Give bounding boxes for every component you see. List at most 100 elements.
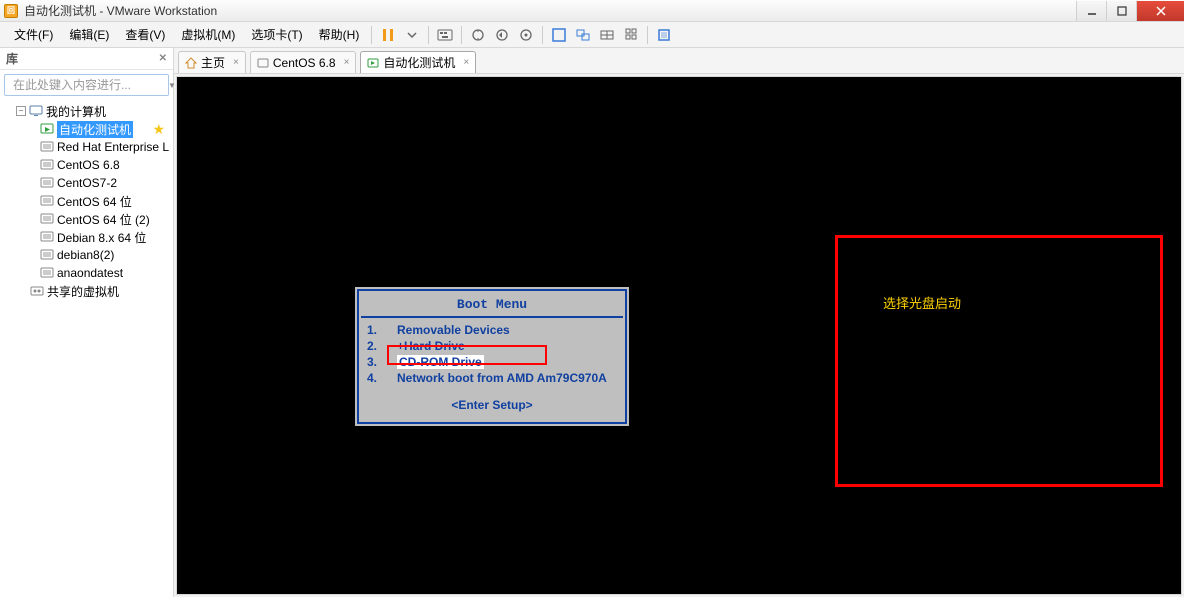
- shared-icon: [30, 284, 44, 298]
- vm-icon: [40, 158, 54, 172]
- tree-label: CentOS 64 位 (2): [57, 211, 150, 228]
- boot-option-2[interactable]: 2. +Hard Drive: [367, 338, 617, 354]
- close-button[interactable]: [1136, 1, 1184, 21]
- stretch-button[interactable]: [652, 24, 676, 46]
- annotation-label: 选择光盘启动: [883, 293, 961, 312]
- tree-label: 我的计算机: [46, 103, 106, 120]
- send-ctrl-alt-del-button[interactable]: [433, 24, 457, 46]
- tree-node-vm-selected[interactable]: 自动化测试机 ★: [0, 120, 173, 138]
- bios-boot-menu: Boot Menu 1. Removable Devices 2. +Hard …: [355, 287, 629, 426]
- menu-tabs[interactable]: 选项卡(T): [243, 22, 310, 47]
- tree-node-vm[interactable]: CentOS 64 位 (2): [0, 210, 173, 228]
- tree-label: debian8(2): [57, 248, 114, 262]
- tab-centos68[interactable]: CentOS 6.8 ×: [250, 51, 357, 73]
- vm-icon: [40, 176, 54, 190]
- vm-icon: [40, 266, 54, 280]
- boot-option-1[interactable]: 1. Removable Devices: [367, 322, 617, 338]
- vm-tab-icon: [257, 57, 269, 69]
- tree-node-vm[interactable]: debian8(2): [0, 246, 173, 264]
- tree-node-vm[interactable]: Debian 8.x 64 位: [0, 228, 173, 246]
- home-icon: [185, 57, 197, 69]
- boot-option-label: Removable Devices: [397, 322, 510, 338]
- boot-menu-title: Boot Menu: [361, 293, 623, 318]
- tree-node-vm[interactable]: Red Hat Enterprise L: [0, 138, 173, 156]
- pause-button[interactable]: [376, 24, 400, 46]
- tab-label: CentOS 6.8: [273, 56, 336, 70]
- search-input[interactable]: [13, 78, 168, 92]
- tree-node-shared-vms[interactable]: 共享的虚拟机: [0, 282, 173, 300]
- tab-close-icon[interactable]: ×: [344, 57, 350, 68]
- computer-icon: [29, 104, 43, 118]
- boot-option-label: +Hard Drive: [397, 338, 465, 354]
- tree-label: Red Hat Enterprise L: [57, 140, 169, 154]
- tree-label: Debian 8.x 64 位: [57, 229, 146, 246]
- menu-file[interactable]: 文件(F): [6, 22, 61, 47]
- expander-icon[interactable]: −: [16, 106, 26, 116]
- boot-option-label: Network boot from AMD Am79C970A: [397, 370, 607, 386]
- separator: [542, 26, 543, 44]
- tree-label: 自动化测试机: [57, 121, 133, 138]
- maximize-button[interactable]: [1106, 1, 1136, 21]
- tree-node-vm[interactable]: anaondatest: [0, 264, 173, 282]
- vm-icon: [40, 140, 54, 154]
- tab-close-icon[interactable]: ×: [463, 57, 469, 68]
- library-button[interactable]: [619, 24, 643, 46]
- separator: [428, 26, 429, 44]
- vm-console[interactable]: Boot Menu 1. Removable Devices 2. +Hard …: [176, 76, 1182, 595]
- tab-automation-test[interactable]: 自动化测试机 ×: [360, 51, 476, 73]
- menubar: 文件(F) 编辑(E) 查看(V) 虚拟机(M) 选项卡(T) 帮助(H): [0, 22, 1184, 48]
- tree-label: CentOS7-2: [57, 176, 117, 190]
- vm-running-icon: [40, 122, 54, 136]
- tree-node-vm[interactable]: CentOS 64 位: [0, 192, 173, 210]
- menu-edit[interactable]: 编辑(E): [61, 22, 117, 47]
- tab-label: 主页: [201, 54, 225, 71]
- separator: [647, 26, 648, 44]
- boot-option-4[interactable]: 4. Network boot from AMD Am79C970A: [367, 370, 617, 386]
- app-icon: 回: [4, 4, 18, 18]
- boot-number: 1.: [367, 322, 383, 338]
- minimize-button[interactable]: [1076, 1, 1106, 21]
- tree-node-vm[interactable]: CentOS7-2: [0, 174, 173, 192]
- sidebar-header: 库 ✕: [0, 48, 173, 70]
- boot-number: 3.: [367, 354, 383, 370]
- boot-option-label: CD-ROM Drive: [397, 355, 484, 369]
- fullscreen-button[interactable]: [547, 24, 571, 46]
- boot-enter-setup[interactable]: <Enter Setup>: [367, 398, 617, 412]
- library-search[interactable]: ▼: [4, 74, 169, 96]
- vm-running-tab-icon: [367, 57, 379, 69]
- separator: [461, 26, 462, 44]
- snapshot-take-button[interactable]: [466, 24, 490, 46]
- sidebar-title: 库: [6, 50, 18, 67]
- tree-label: CentOS 6.8: [57, 158, 120, 172]
- power-dropdown[interactable]: [400, 24, 424, 46]
- unity-button[interactable]: [571, 24, 595, 46]
- snapshot-manager-button[interactable]: [514, 24, 538, 46]
- vm-icon: [40, 212, 54, 226]
- menu-view[interactable]: 查看(V): [117, 22, 173, 47]
- snapshot-revert-button[interactable]: [490, 24, 514, 46]
- separator: [371, 26, 372, 44]
- window-title: 自动化测试机 - VMware Workstation: [24, 2, 217, 19]
- menu-vm[interactable]: 虚拟机(M): [173, 22, 243, 47]
- vm-icon: [40, 230, 54, 244]
- favorite-star-icon[interactable]: ★: [152, 121, 165, 138]
- library-sidebar: 库 ✕ ▼ − 我的计算机 自动化测试机 ★ Red Hat Enterpris…: [0, 48, 174, 597]
- tree-label: anaondatest: [57, 266, 123, 280]
- tab-close-icon[interactable]: ×: [233, 57, 239, 68]
- main-area: 主页 × CentOS 6.8 × 自动化测试机 × Boot Menu: [174, 48, 1184, 597]
- tree-node-vm[interactable]: CentOS 6.8: [0, 156, 173, 174]
- library-tree: − 我的计算机 自动化测试机 ★ Red Hat Enterprise L Ce…: [0, 100, 173, 597]
- tab-home[interactable]: 主页 ×: [178, 51, 246, 73]
- tab-label: 自动化测试机: [383, 54, 455, 71]
- annotation-arrow-icon: [717, 299, 887, 379]
- vm-icon: [40, 194, 54, 208]
- boot-number: 4.: [367, 370, 383, 386]
- tree-label: 共享的虚拟机: [47, 283, 119, 300]
- menu-help[interactable]: 帮助(H): [311, 22, 368, 47]
- thumbnail-button[interactable]: [595, 24, 619, 46]
- tab-bar: 主页 × CentOS 6.8 × 自动化测试机 ×: [174, 48, 1184, 74]
- boot-option-3-selected[interactable]: 3. CD-ROM Drive: [367, 354, 617, 370]
- sidebar-close-icon[interactable]: ✕: [159, 53, 167, 64]
- tree-node-my-computer[interactable]: − 我的计算机: [0, 102, 173, 120]
- tree-label: CentOS 64 位: [57, 193, 132, 210]
